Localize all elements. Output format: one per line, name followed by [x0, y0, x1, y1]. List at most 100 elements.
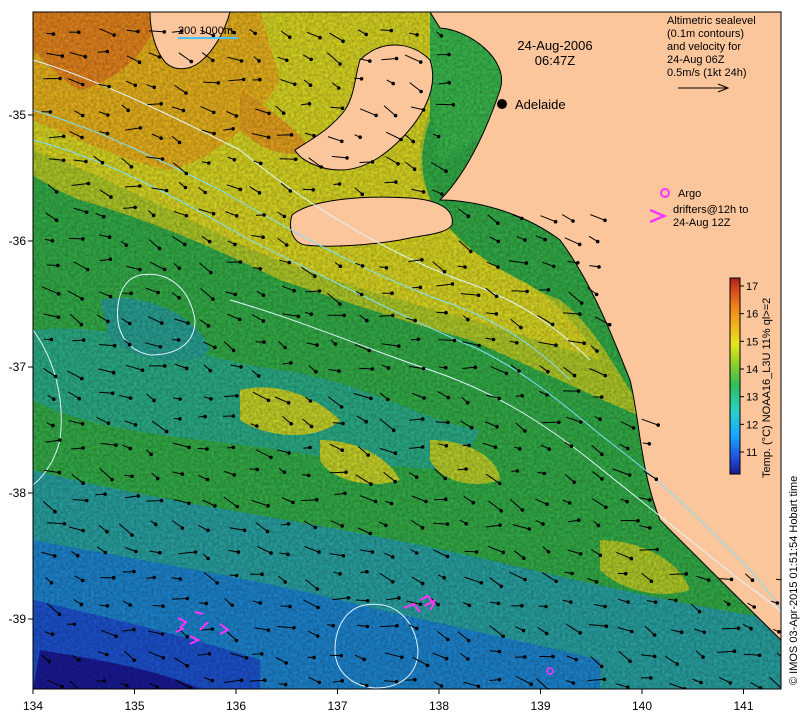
velocity-arrow-head — [552, 655, 555, 658]
velocity-arrow-head — [233, 158, 236, 161]
velocity-arrow-head — [113, 344, 116, 347]
velocity-arrow-head — [334, 343, 337, 346]
velocity-arrow-head — [419, 61, 422, 64]
velocity-arrow-head — [437, 603, 440, 606]
velocity-arrow — [277, 135, 292, 136]
velocity-arrow-head — [240, 679, 243, 682]
velocity-arrow-head — [444, 498, 447, 501]
velocity-arrow-head — [603, 678, 606, 681]
velocity-arrow-head — [133, 570, 136, 573]
velocity-arrow-head — [596, 350, 599, 353]
city-label: Adelaide — [515, 97, 566, 112]
velocity-arrow-head — [649, 677, 652, 680]
velocity-arrow-head — [297, 315, 300, 318]
velocity-arrow-head — [315, 498, 318, 501]
velocity-arrow-head — [343, 314, 346, 317]
velocity-arrow-head — [470, 426, 473, 429]
velocity-arrow-head — [545, 605, 548, 608]
velocity-arrow-head — [698, 610, 701, 613]
velocity-arrow-head — [130, 292, 133, 295]
velocity-arrow-head — [421, 259, 424, 262]
velocity-arrow-head — [313, 134, 316, 137]
velocity-arrow-head — [312, 189, 315, 192]
velocity-arrow-head — [676, 663, 679, 666]
velocity-arrow-head — [346, 157, 349, 160]
velocity-arrow-head — [528, 528, 531, 531]
velocity-arrow-head — [498, 482, 501, 485]
velocity-arrow-head — [656, 548, 659, 551]
velocity-arrow-head — [392, 82, 395, 85]
velocity-arrow-head — [128, 322, 131, 325]
legend-line-3: and velocity for — [667, 41, 741, 53]
velocity-arrow-head — [342, 555, 345, 558]
velocity-arrow-head — [523, 557, 526, 560]
velocity-arrow-head — [153, 399, 156, 402]
velocity-arrow-head — [245, 657, 248, 660]
velocity-arrow-head — [553, 265, 556, 268]
y-tick-label: -38 — [9, 486, 27, 500]
velocity-arrow-head — [159, 551, 162, 554]
velocity-arrow-head — [235, 215, 238, 218]
velocity-arrow-head — [288, 452, 291, 455]
velocity-arrow-head — [600, 396, 603, 399]
velocity-arrow-head — [318, 681, 321, 684]
velocity-arrow-head — [702, 656, 705, 659]
velocity-arrow-head — [61, 55, 64, 58]
velocity-arrow-head — [115, 635, 118, 638]
velocity-arrow-head — [162, 605, 165, 608]
velocity-arrow-head — [398, 597, 401, 600]
velocity-arrow — [172, 599, 187, 600]
velocity-arrow-head — [160, 103, 163, 106]
velocity-arrow-head — [367, 454, 370, 457]
velocity-arrow-head — [341, 680, 344, 683]
y-axis: -35-36-37-38-39 — [9, 108, 33, 626]
velocity-arrow-head — [400, 138, 403, 141]
velocity-arrow-head — [524, 239, 527, 242]
velocity-arrow-head — [261, 573, 264, 576]
velocity-arrow-head — [518, 448, 521, 451]
velocity-arrow-head — [102, 215, 105, 218]
velocity-arrow-head — [213, 111, 216, 114]
velocity-arrow-head — [127, 109, 130, 112]
velocity-arrow-head — [108, 236, 111, 239]
velocity-arrow-head — [632, 427, 635, 430]
velocity-arrow-head — [440, 35, 443, 38]
velocity-arrow-head — [58, 613, 61, 616]
velocity-arrow-head — [526, 290, 529, 293]
velocity-arrow-head — [316, 344, 319, 347]
velocity-arrow-head — [153, 86, 156, 89]
velocity-arrow-head — [182, 109, 185, 112]
velocity-arrow-head — [530, 683, 533, 686]
velocity-arrow-head — [292, 501, 295, 504]
velocity-arrow-head — [395, 181, 398, 184]
velocity-arrow-head — [153, 576, 156, 579]
velocity-arrow-head — [210, 271, 213, 274]
velocity-arrow-head — [448, 81, 451, 84]
velocity-arrow-head — [451, 283, 454, 286]
velocity-arrow-head — [206, 478, 209, 481]
map-date: 24-Aug-2006 — [517, 38, 592, 53]
velocity-arrow-head — [703, 631, 706, 634]
velocity-arrow-head — [318, 290, 321, 293]
velocity-arrow-head — [210, 398, 213, 401]
x-tick-label: 138 — [429, 699, 449, 713]
velocity-arrow-head — [415, 552, 418, 555]
velocity-arrow-head — [284, 346, 287, 349]
legend-line-4: 24-Aug 06Z — [667, 54, 725, 66]
velocity-arrow — [438, 340, 454, 341]
velocity-arrow-head — [104, 493, 107, 496]
velocity-arrow-head — [310, 58, 313, 61]
velocity-arrow-head — [267, 629, 270, 632]
velocity-arrow-head — [128, 343, 131, 346]
velocity-arrow-head — [421, 582, 424, 585]
velocity-arrow-head — [440, 685, 443, 688]
velocity-arrow-head — [52, 424, 55, 427]
velocity-arrow-head — [579, 313, 582, 316]
velocity-arrow-head — [188, 446, 191, 449]
colorbar-tick-label: 12 — [746, 419, 758, 431]
colorbar-tick-label: 14 — [746, 364, 758, 376]
velocity-arrow-head — [447, 638, 450, 641]
velocity-arrow-head — [53, 555, 56, 558]
velocity-arrow-head — [578, 243, 581, 246]
velocity-arrow-head — [390, 502, 393, 505]
